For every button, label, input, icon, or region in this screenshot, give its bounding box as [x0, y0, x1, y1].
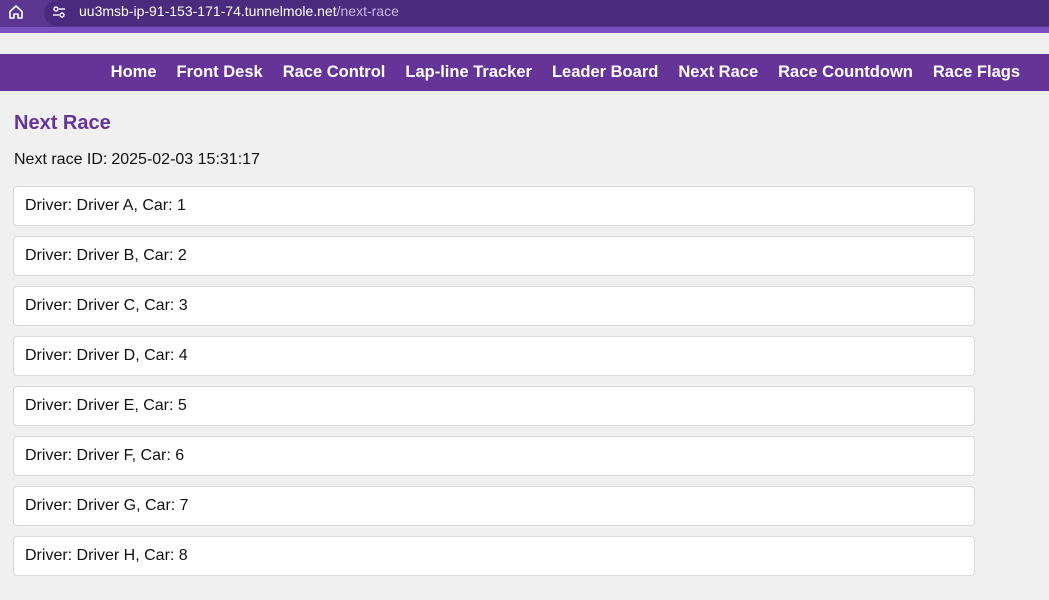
browser-toolbar: uu3msb-ip-91-153-171-74.tunnelmole.net/n…	[0, 0, 1049, 27]
page-title: Next Race	[14, 112, 111, 134]
driver-list-item: Driver: Driver G, Car: 7	[13, 486, 975, 526]
nav-item-race-control[interactable]: Race Control	[283, 63, 386, 82]
nav-items: Home Front Desk Race Control Lap-line Tr…	[111, 54, 1020, 91]
nav-item-home[interactable]: Home	[111, 63, 157, 82]
driver-list-item: Driver: Driver E, Car: 5	[13, 386, 975, 426]
driver-list-item: Driver: Driver D, Car: 4	[13, 336, 975, 376]
nav-item-race-countdown[interactable]: Race Countdown	[778, 63, 913, 82]
race-id-label: Next race ID:	[14, 151, 108, 168]
home-icon[interactable]	[6, 2, 26, 22]
driver-list-item: Driver: Driver B, Car: 2	[13, 236, 975, 276]
url-host: uu3msb-ip-91-153-171-74.tunnelmole.net	[79, 3, 337, 19]
race-id-value: 2025-02-03 15:31:17	[111, 151, 260, 168]
nav-item-race-flags[interactable]: Race Flags	[933, 63, 1020, 82]
driver-list-item: Driver: Driver F, Car: 6	[13, 436, 975, 476]
browser-accent-stripe	[0, 27, 1049, 33]
driver-list-item: Driver: Driver A, Car: 1	[13, 186, 975, 226]
nav-item-next-race[interactable]: Next Race	[678, 63, 758, 82]
main-navbar: Home Front Desk Race Control Lap-line Tr…	[0, 54, 1049, 91]
nav-item-lap-line-tracker[interactable]: Lap-line Tracker	[405, 63, 532, 82]
site-info-icon[interactable]	[50, 3, 68, 21]
nav-item-leader-board[interactable]: Leader Board	[552, 63, 658, 82]
url-text[interactable]: uu3msb-ip-91-153-171-74.tunnelmole.net/n…	[79, 3, 399, 19]
nav-item-front-desk[interactable]: Front Desk	[177, 63, 263, 82]
driver-list-item: Driver: Driver H, Car: 8	[13, 536, 975, 576]
driver-list: Driver: Driver A, Car: 1 Driver: Driver …	[13, 186, 975, 586]
driver-list-item: Driver: Driver C, Car: 3	[13, 286, 975, 326]
url-path: /next-race	[336, 3, 399, 19]
next-race-id: Next race ID: 2025-02-03 15:31:17	[14, 151, 260, 169]
